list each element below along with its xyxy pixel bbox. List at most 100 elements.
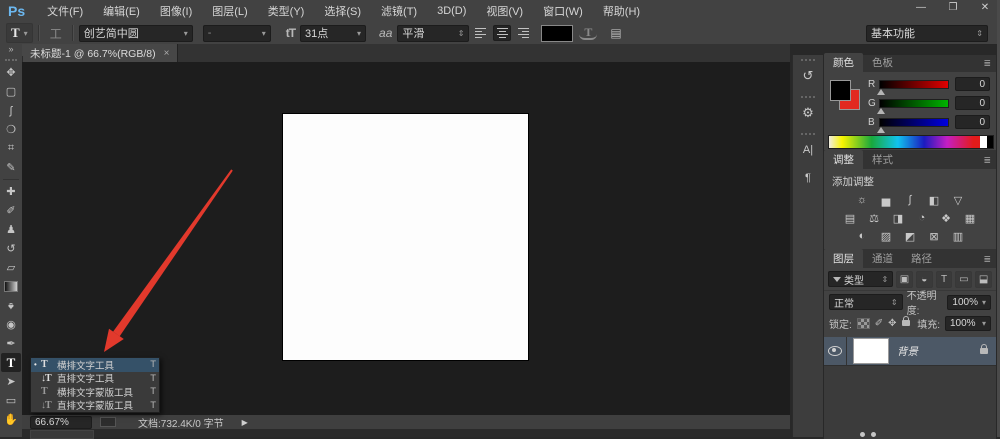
visibility-cell[interactable] xyxy=(824,337,847,365)
dock-grip[interactable] xyxy=(801,133,815,135)
filter-pixel-layers-icon[interactable]: ▣ xyxy=(896,270,913,288)
align-right-button[interactable] xyxy=(513,25,531,41)
blend-mode-select[interactable]: 正常 ⇕ xyxy=(829,294,903,310)
flyout-item-vertical-type[interactable]: ↓T 直排文字工具 T xyxy=(31,372,159,386)
path-selection-tool[interactable]: ➤ xyxy=(1,372,21,391)
color-lookup-icon[interactable]: ▦ xyxy=(962,211,978,225)
filter-smart-object-icon[interactable]: ⬓ xyxy=(975,270,992,288)
history-brush-tool[interactable]: ↺ xyxy=(1,239,21,258)
menu-item-view[interactable]: 视图(V) xyxy=(476,3,533,19)
paragraph-panel-button[interactable]: ¶ xyxy=(796,166,820,190)
foreground-color-swatch[interactable] xyxy=(830,80,851,101)
hue-saturation-icon[interactable]: ▤ xyxy=(842,211,858,225)
blue-slider[interactable] xyxy=(877,117,950,133)
fill-field[interactable]: 100% ▾ xyxy=(945,315,991,331)
tab-color[interactable]: 颜色 xyxy=(824,53,863,72)
toolbar-grip[interactable] xyxy=(5,59,17,61)
selective-color-icon[interactable]: ⊠ xyxy=(926,229,942,243)
color-balance-icon[interactable]: ⚖ xyxy=(866,211,882,225)
panel-menu-icon[interactable]: ≣ xyxy=(978,254,996,268)
white-swatch[interactable] xyxy=(980,136,987,148)
menu-item-edit[interactable]: 编辑(E) xyxy=(93,3,150,19)
threshold-icon[interactable]: ◩ xyxy=(902,229,918,243)
menu-item-select[interactable]: 选择(S) xyxy=(314,3,371,19)
red-value-field[interactable]: 0 xyxy=(955,77,990,91)
menu-item-file[interactable]: 文件(F) xyxy=(37,3,93,19)
spot-healing-tool[interactable]: ✚ xyxy=(1,182,21,201)
lock-transparent-pixels-icon[interactable] xyxy=(856,317,870,329)
color-spectrum-ramp[interactable] xyxy=(828,135,994,149)
marquee-tool[interactable]: ▢ xyxy=(1,82,21,101)
toggle-text-orientation-icon[interactable]: 工 xyxy=(45,25,67,42)
menu-item-window[interactable]: 窗口(W) xyxy=(533,3,593,19)
font-size-select[interactable]: 31点 ▾ xyxy=(300,24,367,42)
eyedropper-tool[interactable]: ✎ xyxy=(1,158,21,177)
curves-icon[interactable]: ∫ xyxy=(902,193,918,207)
menu-item-layer[interactable]: 图层(L) xyxy=(202,3,257,19)
flyout-item-horizontal-type[interactable]: • T 横排文字工具 T xyxy=(31,358,159,372)
black-white-icon[interactable]: ◨ xyxy=(890,211,906,225)
panel-menu-icon[interactable]: ≣ xyxy=(978,58,996,72)
font-family-select[interactable]: 创艺简中圆 ▾ xyxy=(78,24,193,42)
document-canvas[interactable] xyxy=(283,114,528,360)
tab-adjustments[interactable]: 调整 xyxy=(824,150,863,169)
gradient-tool[interactable] xyxy=(1,277,21,296)
exposure-icon[interactable]: ◧ xyxy=(926,193,942,207)
brush-tool[interactable]: ✐ xyxy=(1,201,21,220)
lasso-tool[interactable]: ʃ xyxy=(1,101,21,120)
close-tab-icon[interactable]: × xyxy=(164,48,170,59)
character-panel-button[interactable]: A| xyxy=(796,138,820,162)
red-slider[interactable] xyxy=(877,79,950,95)
status-menu-arrow-icon[interactable]: ▶ xyxy=(242,418,248,427)
tab-swatches[interactable]: 色板 xyxy=(863,53,902,72)
document-tab[interactable]: 未标题-1 @ 66.7%(RGB/8) × xyxy=(22,44,179,62)
restore-button[interactable]: ❐ xyxy=(944,2,962,13)
clone-stamp-tool[interactable]: ♟ xyxy=(1,220,21,239)
pen-tool[interactable]: ✒ xyxy=(1,334,21,353)
dock-grip[interactable] xyxy=(801,96,815,98)
flyout-item-horizontal-type-mask[interactable]: T 横排文字蒙版工具 T xyxy=(31,385,159,399)
quick-selection-tool[interactable]: ❍ xyxy=(1,120,21,139)
posterize-icon[interactable]: ▨ xyxy=(878,229,894,243)
align-center-button[interactable] xyxy=(493,25,512,41)
crop-tool[interactable]: ⌗ xyxy=(1,139,21,158)
brightness-contrast-icon[interactable]: ☼ xyxy=(854,193,870,207)
menu-item-filter[interactable]: 滤镜(T) xyxy=(371,3,427,19)
minimize-button[interactable]: — xyxy=(912,2,930,13)
workspace-select[interactable]: 基本功能 ⇕ xyxy=(866,24,988,42)
blur-tool[interactable]: ♠ xyxy=(1,296,21,315)
background-layer-row[interactable]: 背景 xyxy=(824,337,996,366)
filter-shape-layers-icon[interactable]: ▭ xyxy=(955,270,973,288)
layer-thumbnail[interactable] xyxy=(853,338,889,364)
slider-thumb[interactable] xyxy=(877,107,886,114)
align-left-button[interactable] xyxy=(473,25,491,41)
gradient-map-icon[interactable]: ▥ xyxy=(950,229,966,243)
tool-preset-picker[interactable]: T ▾ xyxy=(6,23,33,43)
opacity-field[interactable]: 100% ▾ xyxy=(947,294,991,310)
slider-thumb[interactable] xyxy=(877,126,886,133)
tab-styles[interactable]: 样式 xyxy=(863,150,902,169)
menu-item-help[interactable]: 帮助(H) xyxy=(593,3,650,19)
green-value-field[interactable]: 0 xyxy=(955,96,990,110)
dodge-tool[interactable]: ◉ xyxy=(1,315,21,334)
lock-all-icon[interactable] xyxy=(901,316,910,326)
move-tool[interactable]: ✥ xyxy=(1,63,21,82)
menu-item-3d[interactable]: 3D(D) xyxy=(427,5,476,17)
close-button[interactable]: ✕ xyxy=(976,2,994,13)
black-swatch[interactable] xyxy=(987,136,993,148)
warp-text-icon[interactable]: T xyxy=(579,26,598,40)
dock-grip[interactable] xyxy=(801,59,815,61)
tab-layers[interactable]: 图层 xyxy=(824,249,863,268)
panel-menu-icon[interactable]: ≣ xyxy=(978,155,996,169)
green-slider[interactable] xyxy=(877,98,950,114)
anti-alias-select[interactable]: 平滑 ⇕ xyxy=(397,24,470,42)
flyout-item-vertical-type-mask[interactable]: ↓T 直排文字蒙版工具 T xyxy=(31,399,159,413)
lock-image-pixels-icon[interactable]: ✐ xyxy=(875,318,883,329)
toggle-panels-icon[interactable]: ▤ xyxy=(605,26,626,40)
horizontal-type-tool[interactable]: T xyxy=(1,353,21,372)
slider-thumb[interactable] xyxy=(877,88,886,95)
photo-filter-icon[interactable]: ◔ xyxy=(914,211,930,225)
menu-item-type[interactable]: 类型(Y) xyxy=(258,3,315,19)
zoom-level-field[interactable]: 66.67% xyxy=(30,415,92,429)
toolbar-collapse-chevron[interactable]: » xyxy=(0,44,22,56)
